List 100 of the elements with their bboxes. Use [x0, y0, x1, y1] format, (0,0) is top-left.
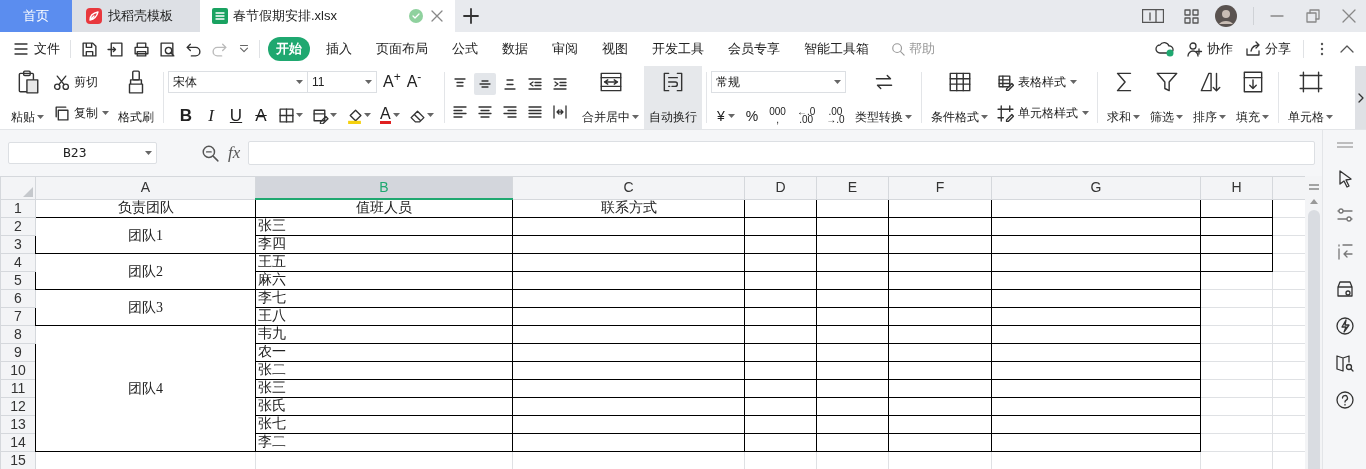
italic-button[interactable]: I — [203, 106, 219, 124]
ribbon-tab[interactable]: 审阅 — [544, 37, 586, 61]
shrink-font-button[interactable]: A$^{-}$ — [406, 74, 422, 90]
table-cell: 张氏 — [255, 397, 513, 415]
filter-button[interactable]: 筛选 — [1145, 66, 1188, 129]
cloud-icon — [1155, 40, 1175, 58]
fill-color-icon — [346, 106, 363, 124]
align-indent-icon — [552, 75, 568, 92]
convert-button[interactable]: 类型转换 — [850, 66, 917, 129]
table-cell: 韦九 — [255, 325, 513, 343]
number-format-button[interactable]: % — [745, 108, 759, 124]
cell-icon — [1297, 69, 1324, 95]
preview-icon — [159, 40, 176, 58]
sort-button[interactable]: 排序 — [1188, 66, 1231, 129]
border-draw-icon — [312, 106, 329, 124]
ribbon-tab[interactable]: 开发工具 — [644, 37, 712, 61]
restore-icon — [1306, 9, 1320, 23]
tab[interactable]: 找稻壳模板 — [72, 0, 200, 32]
export-icon — [107, 40, 124, 58]
zoom-icon — [201, 144, 219, 162]
paste-button[interactable]: 粘贴 — [6, 66, 49, 129]
tab[interactable]: 春节假期安排.xlsx — [200, 0, 455, 32]
table-cell: 张七 — [255, 415, 513, 433]
ribbon-tab[interactable]: 页面布局 — [368, 37, 436, 61]
table-cell: 负责团队 — [35, 199, 256, 217]
help-icon — [1334, 390, 1355, 410]
ribbon-tab[interactable]: 插入 — [318, 37, 360, 61]
grow-font-button[interactable]: A$^{+}$ — [383, 74, 401, 90]
caret-icon — [727, 114, 735, 118]
underline-button[interactable]: U — [228, 106, 244, 124]
plus-icon — [463, 8, 479, 24]
caret-icon — [37, 115, 44, 119]
table-cell: 张三 — [255, 379, 513, 397]
caret-icon — [296, 80, 303, 84]
caret-icon — [426, 113, 434, 117]
column-header[interactable]: E — [816, 176, 889, 199]
share-button[interactable]: 分享 — [1245, 39, 1291, 59]
formula-input[interactable] — [248, 141, 1316, 165]
align-center-icon — [477, 103, 493, 120]
column-header[interactable]: A — [35, 176, 256, 199]
copy-icon — [53, 104, 70, 122]
column-header[interactable]: C — [512, 176, 745, 199]
ribbon-tab[interactable]: 公式 — [444, 37, 486, 61]
font-color-button[interactable]: A — [380, 106, 400, 124]
sum-button[interactable]: 求和 — [1102, 66, 1145, 129]
ribbon-tab[interactable]: 数据 — [494, 37, 536, 61]
merge-button[interactable]: 合并居中 — [577, 66, 644, 129]
align-middle-button[interactable] — [474, 72, 496, 95]
fx-label: fx — [228, 142, 241, 165]
check-circle-icon — [409, 9, 423, 23]
close-icon — [1342, 9, 1356, 23]
chevron-right-icon — [1357, 92, 1364, 103]
collaborate-button[interactable]: 协作 — [1187, 39, 1233, 59]
print-icon — [133, 40, 150, 58]
book-search-icon — [1334, 353, 1355, 373]
window-icon — [1142, 9, 1164, 23]
number-format-dropdown[interactable]: 常规 — [711, 71, 846, 93]
column-header[interactable]: F — [888, 176, 992, 199]
number-format-button[interactable]: ¥ — [717, 108, 735, 124]
table-cell: 团队1 — [35, 217, 256, 253]
ribbon-tab[interactable]: 视图 — [594, 37, 636, 61]
strike-button[interactable]: A — [253, 106, 269, 124]
column-header[interactable]: G — [991, 176, 1201, 199]
number-format-button[interactable]: 000 , — [769, 108, 786, 124]
conditional-format-button[interactable]: 条件格式 — [926, 66, 993, 129]
column-header[interactable]: H — [1200, 176, 1273, 199]
border-icon — [278, 106, 295, 124]
cut-button[interactable]: 剪切 — [51, 70, 111, 94]
table-style-button[interactable]: 表格样式 — [995, 70, 1091, 94]
redo-icon — [211, 40, 228, 58]
format-painter-button[interactable]: 格式刷 — [113, 66, 159, 129]
search-field[interactable]: 帮助 — [909, 39, 955, 59]
table-cell: 联系方式 — [512, 199, 745, 217]
number-format-button[interactable]: ←.0 .00 — [796, 108, 816, 124]
leaf-icon — [86, 8, 102, 24]
ribbon-tab[interactable]: 智能工具箱 — [796, 37, 877, 61]
name-box[interactable]: B23 — [8, 142, 157, 164]
align-outdent-icon — [527, 75, 543, 92]
font-size-dropdown[interactable]: 11 — [307, 71, 377, 93]
font-name-dropdown[interactable]: 宋体 — [168, 71, 308, 93]
file-menu[interactable]: 文件 — [14, 39, 60, 59]
bold-button[interactable]: B — [178, 106, 194, 124]
column-header[interactable]: D — [744, 176, 817, 199]
table-cell: 团队3 — [35, 289, 256, 325]
scroll-thumb[interactable] — [1307, 210, 1320, 469]
handle-icon — [1308, 184, 1319, 190]
caret-icon — [1082, 111, 1089, 115]
caret-icon — [1176, 115, 1183, 119]
number-format-button[interactable]: .00 →.0 — [826, 108, 845, 124]
cell-button[interactable]: 单元格 — [1283, 66, 1338, 129]
handle-icon — [1336, 142, 1353, 148]
caret-icon — [102, 111, 109, 115]
table-cell: 团队2 — [35, 253, 256, 289]
caret-icon — [1219, 115, 1226, 119]
cell-style-button[interactable]: 单元格样式 — [995, 101, 1091, 125]
wrap-text-button[interactable]: 自动换行 — [644, 66, 702, 129]
fill-button[interactable]: 填充 — [1231, 66, 1274, 129]
copy-button[interactable]: 复制 — [51, 101, 111, 125]
table-cell: 王五 — [255, 253, 513, 271]
ribbon-tab[interactable]: 会员专享 — [720, 37, 788, 61]
